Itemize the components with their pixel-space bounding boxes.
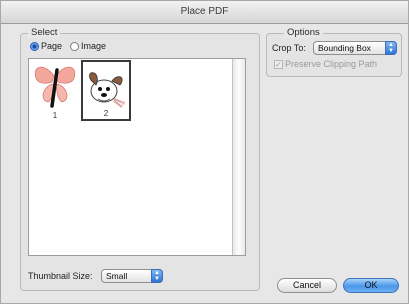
crop-to-popup[interactable]: Bounding Box ▲ ▼ bbox=[313, 41, 397, 55]
thumbnail-list[interactable]: 1 2 bbox=[28, 58, 246, 256]
window-title: Place PDF bbox=[1, 1, 408, 24]
crop-to-label: Crop To: bbox=[272, 43, 306, 53]
select-group-label: Select bbox=[28, 27, 61, 38]
page-radio-label[interactable]: Page bbox=[41, 41, 62, 52]
thumbnail-size-label: Thumbnail Size: bbox=[28, 271, 93, 281]
page-radio[interactable] bbox=[30, 42, 39, 51]
thumbnail-page-2[interactable]: 2 bbox=[81, 60, 131, 121]
image-radio-label[interactable]: Image bbox=[81, 41, 106, 52]
popup-arrows-icon: ▲ ▼ bbox=[151, 269, 163, 283]
image-radio[interactable] bbox=[70, 42, 79, 51]
thumbnail-size-value: Small bbox=[106, 271, 128, 281]
thumbnail-list-scrollbar[interactable] bbox=[232, 59, 245, 255]
preserve-clipping-path-checkbox[interactable]: ✓ bbox=[274, 60, 283, 69]
thumbnail-number: 2 bbox=[103, 109, 109, 118]
place-pdf-dialog: Place PDF Select Page Image 1 2 Thumbnai… bbox=[0, 0, 409, 304]
thumbnail-page-1[interactable]: 1 bbox=[30, 60, 80, 121]
options-group-label: Options bbox=[284, 27, 323, 38]
preserve-clipping-path-label: Preserve Clipping Path bbox=[285, 59, 378, 69]
butterfly-icon bbox=[34, 66, 76, 108]
crop-to-value: Bounding Box bbox=[318, 43, 371, 53]
ok-button[interactable]: OK bbox=[343, 278, 399, 293]
thumbnail-size-popup[interactable]: Small ▲ ▼ bbox=[101, 269, 163, 283]
options-group bbox=[266, 33, 402, 77]
popup-arrows-icon: ▲ ▼ bbox=[385, 41, 397, 55]
cancel-button[interactable]: Cancel bbox=[277, 278, 337, 293]
thumbnail-number: 1 bbox=[52, 111, 58, 120]
dog-illustration-icon bbox=[89, 72, 125, 108]
